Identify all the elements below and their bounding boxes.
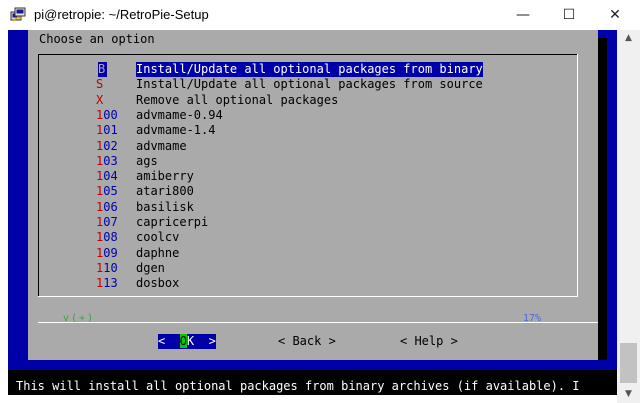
minimize-button[interactable]: — — [500, 0, 546, 30]
menu-item-label: amiberry — [136, 169, 194, 184]
menu-item-label: capricerpi — [136, 215, 209, 229]
menu-item-tag: B — [98, 62, 107, 77]
menu-item-tag: 105 — [96, 184, 118, 199]
menu-item[interactable]: 101 advmame-1.4 — [38, 123, 578, 138]
menu-item-tag: 113 — [96, 276, 118, 291]
scroll-down-icon[interactable]: ▼ — [617, 386, 640, 403]
window-titlebar: pi@retropie: ~/RetroPie-Setup — ☐ ✕ — [0, 0, 640, 30]
menu-item[interactable]: 109 daphne — [38, 246, 578, 261]
menu-item-label: ags — [136, 153, 158, 168]
dialog-title: Choose an option — [39, 32, 155, 46]
menu-item-tag: 109 — [96, 245, 118, 260]
menu-list: B Install/Update all optional packages fr… — [38, 54, 578, 324]
menu-item[interactable]: 110 dgen — [38, 261, 578, 276]
menu-item-tag: 101 — [96, 123, 118, 138]
menu-item-label: Install/Update all optional packages fro… — [136, 62, 483, 77]
terminal-area[interactable]: Choose an option B Install/Update all opt… — [8, 30, 617, 395]
scroll-up-icon[interactable]: ▲ — [617, 30, 640, 47]
menu-item[interactable]: 102 advmame — [38, 139, 578, 154]
menu-item-label: advmame — [136, 138, 187, 153]
menu-item-tag: 100 — [96, 107, 118, 122]
menu-item-label: dgen — [136, 260, 165, 275]
back-button[interactable]: < Back > — [278, 334, 336, 349]
menu-item[interactable]: 100 advmame-0.94 — [38, 108, 578, 123]
menu-item-tag: 108 — [96, 230, 118, 245]
menu-item[interactable]: 108 coolcv — [38, 230, 578, 245]
menu-item-tag: 103 — [96, 153, 118, 168]
dialog-shadow — [598, 38, 607, 360]
close-button[interactable]: ✕ — [592, 0, 638, 30]
menu-item-tag: 104 — [96, 169, 118, 184]
menu-item-tag: 102 — [96, 138, 118, 153]
menu-item-tag: 110 — [96, 260, 118, 275]
menu-item[interactable]: 107 capricerpi — [38, 215, 578, 230]
menu-dialog: Choose an option B Install/Update all opt… — [28, 30, 598, 360]
maximize-button[interactable]: ☐ — [546, 0, 592, 30]
terminal-scrollbar[interactable]: ▲ ▼ — [617, 30, 640, 403]
ok-hotkey: O — [179, 334, 187, 348]
menu-item[interactable]: S Install/Update all optional packages fr… — [38, 77, 578, 92]
separator-line — [38, 322, 598, 323]
menu-item-label: dosbox — [136, 276, 180, 291]
menu-item[interactable]: 103 ags — [38, 154, 578, 169]
menu-item[interactable]: 106 basilisk — [38, 200, 578, 215]
menu-item-tag: 107 — [96, 215, 118, 229]
scrollbar-thumb[interactable] — [620, 343, 637, 383]
menu-item-label: atari800 — [136, 184, 194, 199]
menu-item-label: basilisk — [136, 199, 194, 214]
menu-item-tag: 106 — [96, 199, 118, 214]
menu-item[interactable]: 113 dosbox — [38, 276, 578, 291]
menu-item-label: Remove all optional packages — [136, 92, 339, 107]
menu-item-label: advmame-1.4 — [136, 123, 216, 138]
menu-item-label: coolcv — [136, 230, 180, 245]
putty-app-icon — [10, 7, 26, 22]
menu-item[interactable]: 105 atari800 — [38, 184, 578, 199]
menu-item-label: daphne — [136, 245, 180, 260]
ok-button[interactable]: < OK > — [158, 334, 216, 349]
menu-item[interactable]: 104 amiberry — [38, 169, 578, 184]
menu-item[interactable]: X Remove all optional packages — [38, 93, 578, 108]
menu-item-tag: X — [96, 92, 104, 107]
menu-item[interactable]: B Install/Update all optional packages fr… — [38, 62, 578, 77]
menu-item-tag: S — [96, 77, 104, 92]
menu-item-label: Install/Update all optional packages fro… — [136, 77, 483, 92]
help-button[interactable]: < Help > — [400, 334, 458, 349]
window-title: pi@retropie: ~/RetroPie-Setup — [34, 7, 209, 22]
menu-item-label: advmame-0.94 — [136, 107, 223, 122]
status-line: This will install all optional packages … — [8, 378, 617, 395]
